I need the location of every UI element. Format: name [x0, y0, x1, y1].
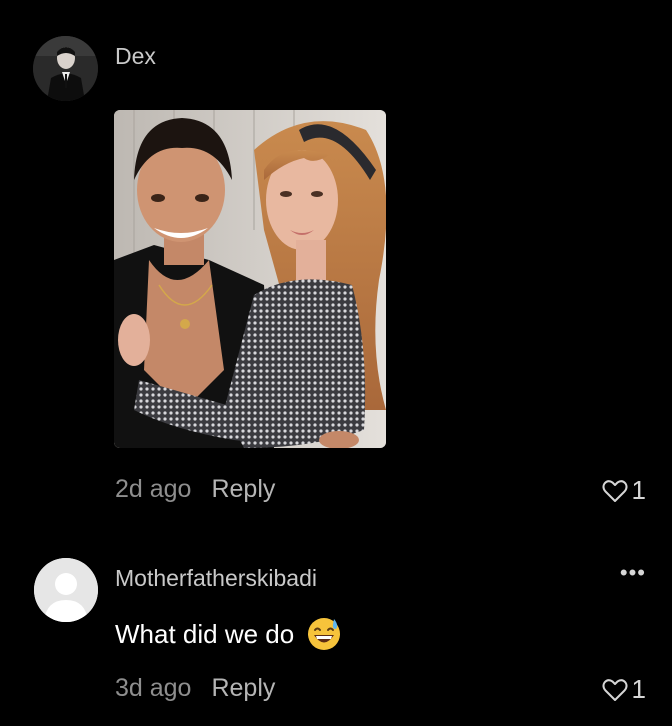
comment-photo: [114, 110, 386, 448]
username[interactable]: Dex: [115, 43, 156, 70]
username[interactable]: Motherfatherskibadi: [115, 565, 317, 592]
grinning-face-with-sweat-emoji: [306, 616, 342, 652]
like-count: 1: [631, 674, 646, 704]
default-avatar-icon: [34, 558, 98, 622]
timestamp: 3d ago: [115, 674, 192, 702]
like-button[interactable]: 1: [602, 674, 646, 705]
comment-meta: 3d ago Reply: [115, 674, 275, 703]
comment-body: What did we do: [115, 618, 295, 649]
timestamp: 2d ago: [115, 475, 192, 503]
avatar[interactable]: [33, 36, 98, 101]
comment-image[interactable]: [114, 110, 386, 448]
like-button[interactable]: 1: [602, 475, 646, 506]
comment-text: What did we do: [115, 616, 342, 652]
comment-meta: 2d ago Reply: [115, 475, 275, 504]
heart-icon: [602, 479, 628, 502]
user-photo-icon: [33, 36, 98, 101]
reply-button[interactable]: Reply: [211, 674, 275, 702]
reply-button[interactable]: Reply: [211, 475, 275, 503]
more-options-button[interactable]: •••: [620, 562, 646, 584]
heart-icon: [602, 678, 628, 701]
avatar[interactable]: [34, 558, 98, 622]
like-count: 1: [631, 475, 646, 505]
